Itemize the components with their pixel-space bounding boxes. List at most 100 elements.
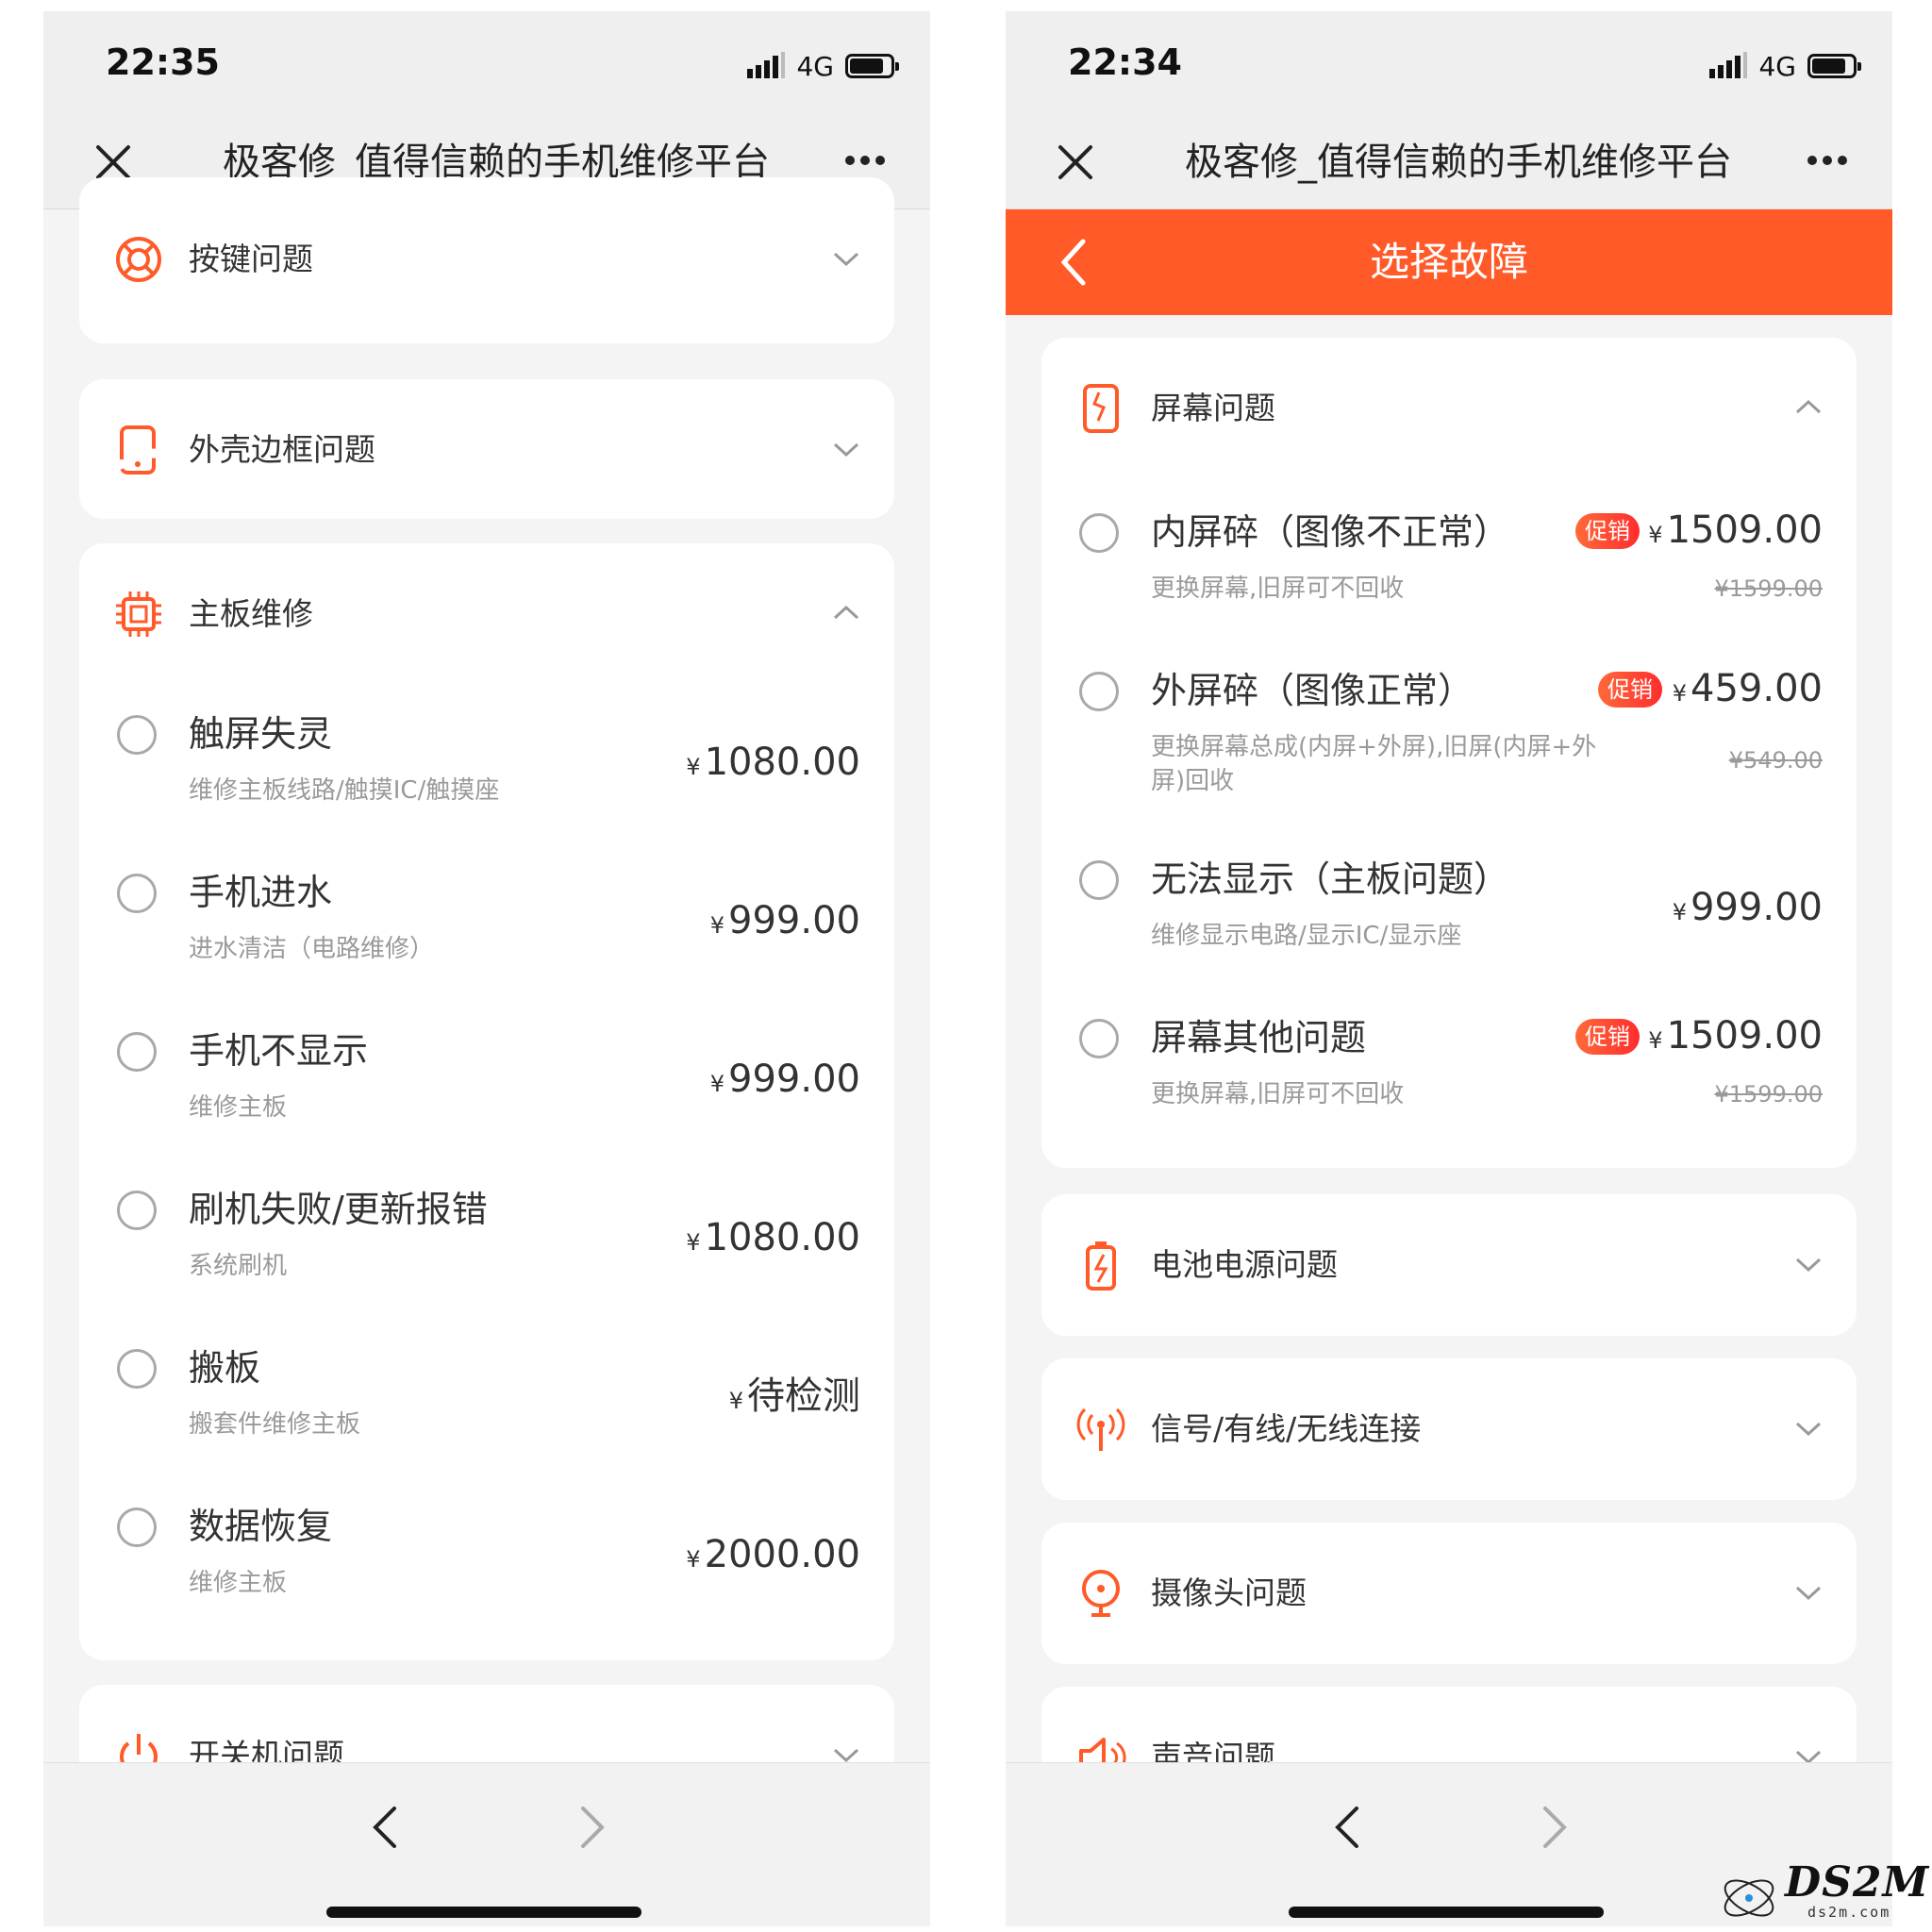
signal-icon [1076, 1407, 1125, 1451]
chevron-down-icon [1795, 1586, 1822, 1601]
currency-symbol: ¥ [709, 912, 725, 939]
promo-badge: 促销 [1598, 672, 1662, 708]
fault-price: ¥459.00 [1673, 662, 1823, 720]
fault-description: 更换屏幕总成(内屏+外屏),旧屏(内屏+外屏)回收 [1151, 733, 1597, 795]
forward-arrow-icon[interactable] [1534, 1801, 1575, 1854]
fault-name: 触屏失灵 [189, 713, 333, 755]
category-header[interactable]: 信号/有线/无线连接 [1041, 1358, 1857, 1500]
header-title: 选择故障 [1369, 239, 1528, 285]
category-card-frame[interactable]: 外壳边框问题 [79, 379, 894, 519]
watermark-subtext: ds2m.com [1807, 1904, 1891, 1921]
radio-button[interactable] [117, 715, 157, 755]
radio-button[interactable] [117, 1507, 157, 1547]
radio-button[interactable] [1079, 672, 1119, 711]
more-options-icon[interactable] [843, 149, 887, 172]
chevron-down-icon [833, 1748, 859, 1763]
fault-item[interactable]: 无法显示（主板问题） 维修显示电路/显示IC/显示座 ¥999.00 [1041, 840, 1857, 981]
fault-item[interactable]: 数据恢复 维修主板 ¥2000.00 [79, 1487, 894, 1628]
fault-price: ¥1509.00 [1648, 504, 1823, 561]
radio-button[interactable] [1079, 513, 1119, 553]
price-value: 459.00 [1690, 667, 1823, 710]
fault-item[interactable]: 屏幕其他问题 更换屏幕,旧屏可不回收 促销 ¥1509.00 ¥1599.00 [1041, 998, 1857, 1140]
category-header[interactable]: 按键问题 [79, 189, 894, 330]
fault-description: 搬套件维修主板 [189, 1410, 361, 1439]
close-icon[interactable] [1055, 142, 1096, 183]
camera-icon [1082, 1570, 1120, 1617]
category-header[interactable]: 电池电源问题 [1041, 1194, 1857, 1336]
fault-name: 手机不显示 [189, 1030, 369, 1072]
fault-item[interactable]: 手机不显示 维修主板 ¥999.00 [79, 1011, 894, 1153]
fault-item[interactable]: 手机进水 进水清洁（电路维修） ¥999.00 [79, 853, 894, 994]
category-card-mainboard: 主板维修 触屏失灵 维修主板线路/触摸IC/触摸座 ¥1080.00 手机进水 … [79, 543, 894, 1660]
price-value: 待检测 [747, 1374, 860, 1418]
fault-item[interactable]: 外屏碎（图像正常） 更换屏幕总成(内屏+外屏),旧屏(内屏+外屏)回收 促销 ¥… [1041, 651, 1857, 830]
category-header[interactable]: 主板维修 [79, 543, 894, 685]
fault-name: 内屏碎（图像不正常） [1151, 511, 1510, 553]
fault-name: 屏幕其他问题 [1151, 1017, 1367, 1058]
chevron-down-icon [833, 252, 859, 267]
radio-button[interactable] [117, 874, 157, 913]
system-icons: 4G [1709, 47, 1861, 85]
chevron-down-icon [1795, 1257, 1822, 1273]
status-bar: 22:34 4G [1006, 11, 1892, 115]
status-time: 22:35 [106, 42, 220, 83]
radio-button[interactable] [1079, 860, 1119, 900]
category-header[interactable]: 摄像头问题 [1041, 1523, 1857, 1664]
left-phone-screen: 22:35 4G 极客修_值得信赖的手机维修平台 按键问题 外壳边框问题 主板维… [43, 11, 930, 1926]
lifebuoy-icon [116, 237, 161, 282]
fault-name: 无法显示（主板问题） [1151, 858, 1510, 900]
radio-button[interactable] [1079, 1019, 1119, 1058]
fault-name: 手机进水 [189, 872, 333, 913]
fault-item[interactable]: 搬板 搬套件维修主板 ¥ 待检测 [79, 1328, 894, 1470]
currency-symbol: ¥ [709, 1071, 725, 1097]
fault-name: 刷机失败/更新报错 [189, 1189, 488, 1230]
category-card-screen: 屏幕问题 内屏碎（图像不正常） 更换屏幕,旧屏可不回收 促销 ¥1509.00 … [1041, 338, 1857, 1168]
status-time: 22:34 [1068, 42, 1182, 83]
fault-item[interactable]: 刷机失败/更新报错 系统刷机 ¥1080.00 [79, 1170, 894, 1311]
fault-item[interactable]: 触屏失灵 维修主板线路/触摸IC/触摸座 ¥1080.00 [79, 694, 894, 836]
category-header[interactable]: 外壳边框问题 [79, 379, 894, 521]
currency-symbol: ¥ [1648, 522, 1663, 548]
browser-bottom-nav [43, 1762, 930, 1926]
system-icons: 4G [747, 47, 899, 85]
forward-arrow-icon[interactable] [572, 1801, 613, 1854]
fault-price: ¥1080.00 [686, 1211, 860, 1269]
radio-button[interactable] [117, 1032, 157, 1072]
price-value: 1080.00 [704, 741, 860, 784]
price-value: 1509.00 [1666, 1014, 1823, 1058]
home-indicator[interactable] [326, 1907, 641, 1918]
price-value: 999.00 [728, 1058, 860, 1101]
chevron-up-icon [833, 605, 859, 620]
chevron-down-icon [1795, 1422, 1822, 1437]
category-card-signal[interactable]: 信号/有线/无线连接 [1041, 1358, 1857, 1500]
category-label: 按键问题 [189, 241, 313, 277]
category-card-keys[interactable]: 按键问题 [79, 177, 894, 343]
network-type: 4G [796, 50, 834, 82]
category-label: 主板维修 [189, 595, 313, 632]
network-type: 4G [1758, 50, 1796, 82]
battery-icon [1086, 1241, 1116, 1291]
back-arrow-icon[interactable] [1326, 1801, 1368, 1854]
currency-symbol: ¥ [686, 1229, 701, 1256]
radio-button[interactable] [117, 1349, 157, 1389]
category-card-battery[interactable]: 电池电源问题 [1041, 1194, 1857, 1336]
promo-badge: 促销 [1575, 513, 1640, 549]
fault-price: ¥999.00 [710, 894, 860, 952]
price-value: 999.00 [1690, 886, 1823, 929]
home-indicator[interactable] [1289, 1907, 1604, 1918]
status-bar: 22:35 4G [43, 11, 930, 115]
radio-button[interactable] [117, 1191, 157, 1230]
back-arrow-icon[interactable] [364, 1801, 406, 1854]
cellular-signal-icon [747, 52, 786, 78]
more-options-icon[interactable] [1806, 149, 1849, 172]
currency-symbol: ¥ [1648, 1027, 1663, 1054]
fault-description: 更换屏幕,旧屏可不回收 [1151, 1080, 1405, 1108]
category-header[interactable]: 屏幕问题 [1041, 338, 1857, 479]
fault-name: 搬板 [189, 1347, 261, 1389]
category-card-camera[interactable]: 摄像头问题 [1041, 1523, 1857, 1664]
page-header: 选择故障 [1006, 209, 1892, 315]
category-label: 信号/有线/无线连接 [1151, 1410, 1422, 1447]
fault-item[interactable]: 内屏碎（图像不正常） 更换屏幕,旧屏可不回收 促销 ¥1509.00 ¥1599… [1041, 492, 1857, 634]
fault-price: ¥2000.00 [686, 1528, 860, 1586]
category-label: 屏幕问题 [1151, 390, 1275, 426]
